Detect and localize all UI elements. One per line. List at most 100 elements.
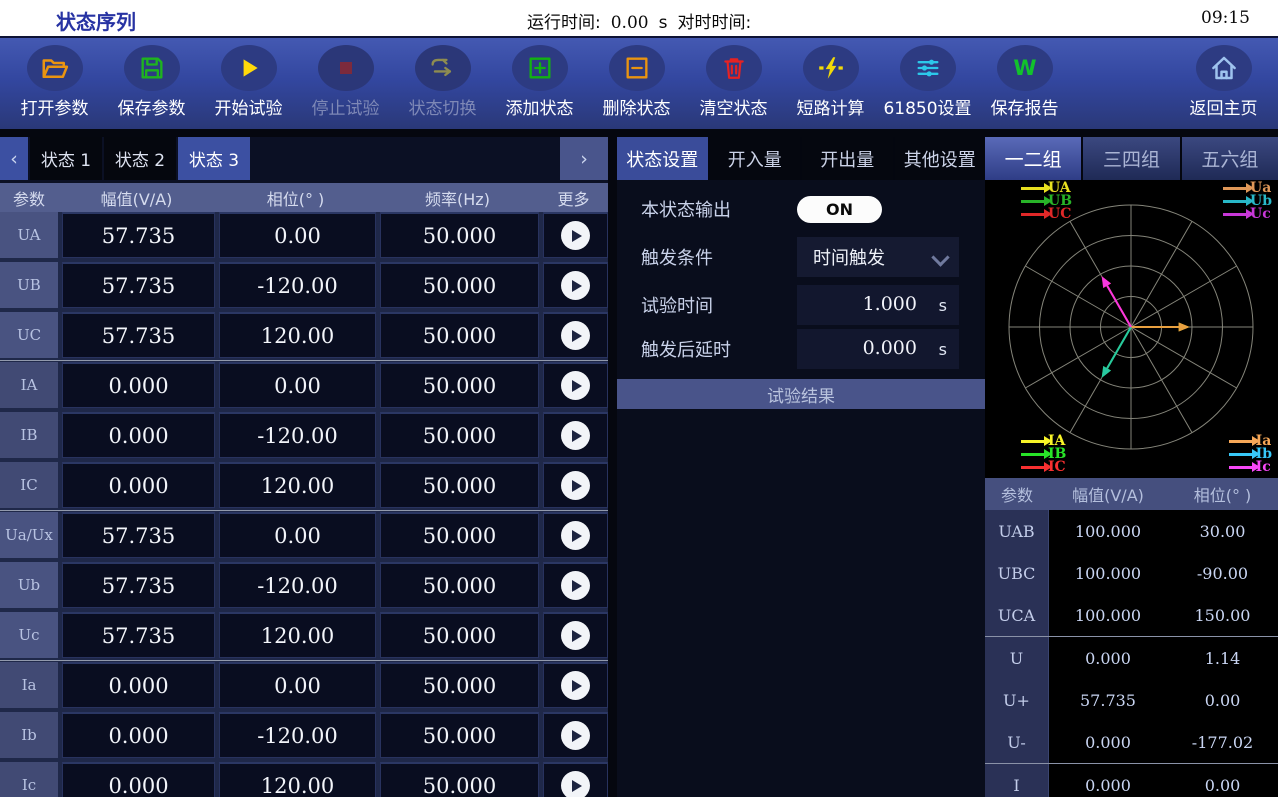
test-time-unit: s	[939, 296, 947, 315]
channel-table-body: UA57.7350.0050.000UB57.735-120.0050.000U…	[0, 212, 608, 797]
table-row: Ua/Ux57.7350.0050.000	[0, 512, 608, 558]
derived-label: UCA	[985, 594, 1049, 636]
toolbar-item-save-report[interactable]: W保存报告	[976, 38, 1073, 129]
tab-group-0[interactable]: 一二组	[985, 137, 1081, 180]
channel-amp-cell[interactable]: 0.000	[62, 362, 215, 408]
sync-time-label: 对时时间:	[677, 8, 751, 33]
channel-phase-cell[interactable]: 0.00	[219, 662, 376, 708]
toolbar-item-add-state[interactable]: 添加状态	[491, 38, 588, 129]
channel-freq-cell[interactable]: 50.000	[380, 662, 539, 708]
toolbar-item-save-params[interactable]: 保存参数	[103, 38, 200, 129]
channel-amp-cell[interactable]: 0.000	[62, 762, 215, 797]
derived-amp: 100.000	[1049, 564, 1167, 583]
channel-phase-cell[interactable]: 0.00	[219, 512, 376, 558]
iec61850-icon	[900, 45, 956, 91]
toolbar-item-short-calc[interactable]: 短路计算	[782, 38, 879, 129]
channel-phase-cell[interactable]: 0.00	[219, 362, 376, 408]
derived-label: I	[985, 764, 1049, 797]
channel-phase-cell[interactable]: -120.00	[219, 562, 376, 608]
more-play-button[interactable]	[561, 221, 590, 250]
next-state-arrow[interactable]: ›	[560, 137, 608, 180]
toolbar-item-start-test[interactable]: 开始试验	[200, 38, 297, 129]
tab-state-3[interactable]: 状态 3	[178, 137, 250, 180]
trigger-delay-input[interactable]: 0.000s	[797, 329, 959, 369]
derived-phase: 0.00	[1167, 776, 1278, 795]
tab-state-1[interactable]: 状态 1	[30, 137, 102, 180]
toolbar-item-switch-state[interactable]: 状态切换	[394, 38, 491, 129]
more-play-button[interactable]	[561, 521, 590, 550]
channel-freq-cell[interactable]: 50.000	[380, 262, 539, 308]
channel-amp-cell[interactable]: 57.735	[62, 612, 215, 658]
toolbar-item-clear-state[interactable]: 清空状态	[685, 38, 782, 129]
channel-label: UC	[0, 312, 58, 358]
legend-arrow-icon	[1223, 187, 1247, 190]
tab-group-1[interactable]: 三四组	[1083, 137, 1179, 180]
toolbar-label-save-params: 保存参数	[103, 94, 200, 119]
table-row: IA0.0000.0050.000	[0, 362, 608, 408]
toolbar-item-open-params[interactable]: 打开参数	[6, 38, 103, 129]
channel-freq-cell[interactable]: 50.000	[380, 762, 539, 797]
channel-phase-cell[interactable]: -120.00	[219, 412, 376, 458]
channel-freq-cell[interactable]: 50.000	[380, 212, 539, 258]
tab-state-2[interactable]: 状态 2	[104, 137, 176, 180]
table-row: UBC100.000-90.00	[985, 552, 1278, 594]
phasor-legend-bottom-left: IAIBIC	[1021, 435, 1066, 474]
legend-arrowhead-icon	[1246, 209, 1254, 219]
state-output-toggle[interactable]: ON	[797, 196, 882, 223]
more-play-button[interactable]	[561, 321, 590, 350]
more-play-button[interactable]	[561, 621, 590, 650]
channel-amp-cell[interactable]: 0.000	[62, 712, 215, 758]
field-row-test-time: 试验时间1.000s	[617, 285, 985, 325]
more-play-button[interactable]	[561, 371, 590, 400]
channel-phase-cell[interactable]: -120.00	[219, 262, 376, 308]
more-play-button[interactable]	[561, 271, 590, 300]
toolbar-item-del-state[interactable]: 删除状态	[588, 38, 685, 129]
channel-amp-cell[interactable]: 0.000	[62, 662, 215, 708]
channel-phase-cell[interactable]: -120.00	[219, 712, 376, 758]
tab-settings-3[interactable]: 其他设置	[895, 137, 986, 180]
channel-amp-cell[interactable]: 57.735	[62, 562, 215, 608]
more-play-button[interactable]	[561, 721, 590, 750]
toolbar-label-del-state: 删除状态	[588, 94, 685, 119]
group-separator	[0, 660, 608, 661]
channel-freq-cell[interactable]: 50.000	[380, 362, 539, 408]
channel-amp-cell[interactable]: 57.735	[62, 512, 215, 558]
toolbar-item-stop-test[interactable]: 停止试验	[297, 38, 394, 129]
more-cell	[543, 262, 608, 308]
channel-freq-cell[interactable]: 50.000	[380, 412, 539, 458]
more-play-button[interactable]	[561, 671, 590, 700]
channel-freq-cell[interactable]: 50.000	[380, 512, 539, 558]
channel-freq-cell[interactable]: 50.000	[380, 612, 539, 658]
more-play-button[interactable]	[561, 771, 590, 797]
channel-phase-cell[interactable]: 0.00	[219, 212, 376, 258]
channel-phase-cell[interactable]: 120.00	[219, 462, 376, 508]
more-play-button[interactable]	[561, 571, 590, 600]
channel-amp-cell[interactable]: 57.735	[62, 262, 215, 308]
channel-freq-cell[interactable]: 50.000	[380, 462, 539, 508]
channel-freq-cell[interactable]: 50.000	[380, 712, 539, 758]
channel-table-panel: ‹状态 1状态 2状态 3› 参数幅值(V/A)相位(° )频率(Hz)更多 U…	[0, 137, 608, 797]
tab-group-2[interactable]: 五六组	[1182, 137, 1278, 180]
home-icon	[1196, 45, 1252, 91]
more-cell	[543, 312, 608, 358]
channel-phase-cell[interactable]: 120.00	[219, 762, 376, 797]
more-play-button[interactable]	[561, 471, 590, 500]
test-time-input[interactable]: 1.000s	[797, 285, 959, 325]
channel-amp-cell[interactable]: 0.000	[62, 412, 215, 458]
legend-entry: IC	[1021, 461, 1066, 474]
toolbar-item-iec61850[interactable]: 61850设置	[879, 38, 976, 129]
channel-freq-cell[interactable]: 50.000	[380, 312, 539, 358]
prev-state-arrow[interactable]: ‹	[0, 137, 28, 180]
tab-settings-1[interactable]: 开入量	[710, 137, 801, 180]
tab-settings-2[interactable]: 开出量	[802, 137, 893, 180]
channel-amp-cell[interactable]: 0.000	[62, 462, 215, 508]
channel-phase-cell[interactable]: 120.00	[219, 612, 376, 658]
channel-amp-cell[interactable]: 57.735	[62, 212, 215, 258]
tab-settings-0[interactable]: 状态设置	[617, 137, 708, 180]
channel-phase-cell[interactable]: 120.00	[219, 312, 376, 358]
more-play-button[interactable]	[561, 421, 590, 450]
toolbar-item-home[interactable]: 返回主页	[1175, 38, 1272, 129]
trigger-cond-select[interactable]: 时间触发	[797, 237, 959, 277]
channel-amp-cell[interactable]: 57.735	[62, 312, 215, 358]
channel-freq-cell[interactable]: 50.000	[380, 562, 539, 608]
